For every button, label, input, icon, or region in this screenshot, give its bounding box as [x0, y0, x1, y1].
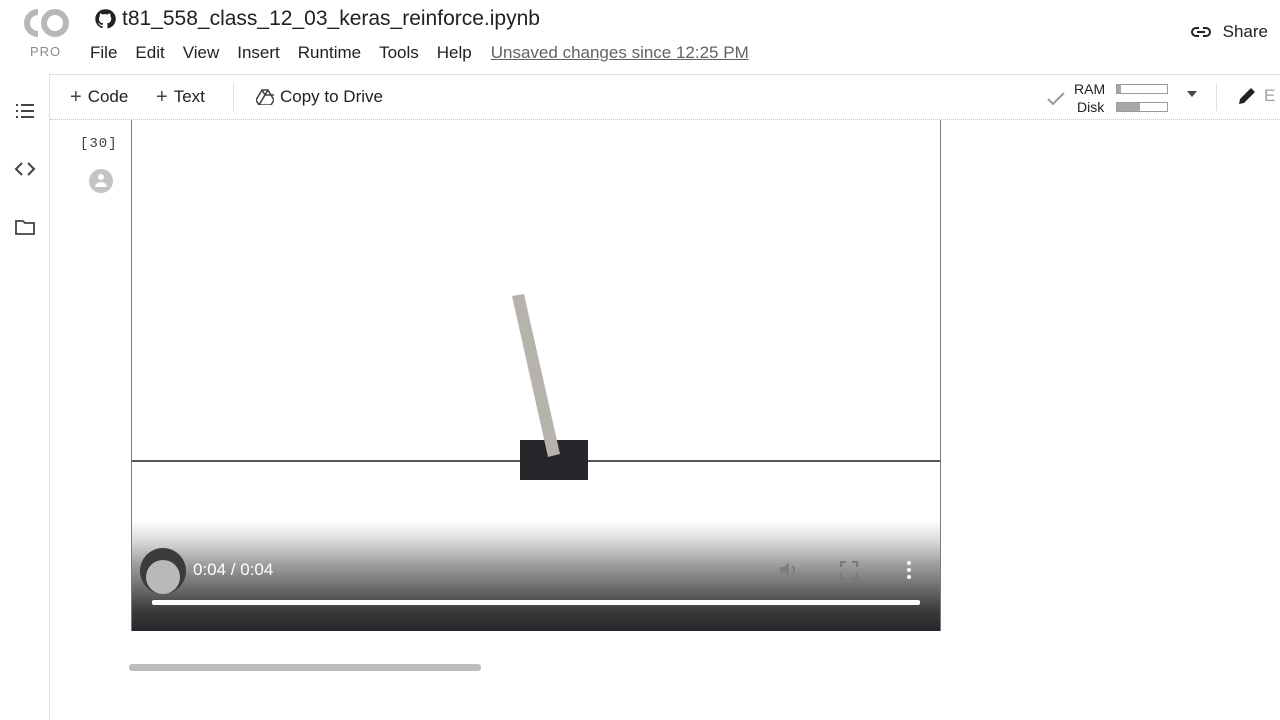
video-controls: 0:04 / 0:04 [132, 520, 940, 631]
pencil-icon [1239, 88, 1255, 104]
execution-count: [30] [80, 136, 118, 152]
menu-insert[interactable]: Insert [236, 43, 281, 63]
cartpole-scene [132, 294, 940, 480]
ram-usage-fill [1117, 85, 1121, 93]
link-icon [1190, 27, 1211, 37]
plus-icon: + [70, 86, 82, 108]
header: PRO t81_558_class_12_03_keras_reinforce.… [0, 0, 1280, 74]
edit-label: E [1264, 86, 1276, 105]
video-player[interactable]: 0:04 / 0:04 [131, 120, 941, 631]
menu-tools[interactable]: Tools [378, 43, 420, 63]
copy-to-drive-label: Copy to Drive [280, 87, 383, 106]
toolbar-divider [233, 83, 234, 111]
colab-logo[interactable]: PRO [18, 6, 72, 59]
disk-label: Disk [1077, 99, 1105, 115]
time-display: 0:04 / 0:04 [193, 560, 274, 579]
code-snippets-icon[interactable] [14, 158, 36, 180]
progress-bar[interactable] [152, 600, 920, 605]
menu-bar: File Edit View Insert Runtime Tools Help… [89, 42, 749, 64]
menu-file[interactable]: File [89, 43, 118, 63]
menu-edit[interactable]: Edit [134, 43, 165, 63]
notebook-toolbar: + Code + Text Copy to Drive RAM Disk E [50, 74, 1280, 120]
horizontal-scrollbar[interactable] [129, 664, 481, 671]
add-text-label: Text [173, 87, 205, 106]
disk-usage-bar [1116, 102, 1168, 112]
more-options-icon[interactable] [897, 558, 921, 582]
add-code-cell-button[interactable]: + Code [70, 75, 128, 119]
pro-badge: PRO [30, 44, 62, 59]
disk-usage-fill [1117, 103, 1140, 111]
check-icon [1047, 92, 1065, 106]
menu-runtime[interactable]: Runtime [297, 43, 362, 63]
share-label: Share [1222, 22, 1268, 41]
colab-logo-icon [24, 9, 69, 37]
edit-button[interactable]: E [1236, 85, 1275, 107]
table-of-contents-icon[interactable] [14, 100, 36, 122]
ram-label: RAM [1074, 81, 1106, 97]
ram-usage-bar [1116, 84, 1168, 94]
menu-view[interactable]: View [182, 43, 221, 63]
title-row: t81_558_class_12_03_keras_reinforce.ipyn… [94, 6, 540, 32]
google-drive-icon [256, 89, 274, 105]
toolbar-divider [1216, 83, 1217, 111]
plus-icon: + [156, 86, 168, 108]
copy-to-drive-button[interactable]: Copy to Drive [256, 75, 383, 119]
unsaved-changes-link[interactable]: Unsaved changes since 12:25 PM [491, 43, 749, 63]
left-sidebar [0, 74, 50, 720]
add-text-cell-button[interactable]: + Text [156, 75, 205, 119]
notebook-title[interactable]: t81_558_class_12_03_keras_reinforce.ipyn… [122, 7, 540, 31]
menu-help[interactable]: Help [436, 43, 473, 63]
files-folder-icon[interactable] [14, 216, 36, 238]
fullscreen-icon[interactable] [837, 558, 861, 582]
play-button[interactable] [140, 548, 186, 594]
volume-icon[interactable] [777, 558, 801, 582]
github-icon [95, 9, 116, 29]
chevron-down-icon[interactable] [1187, 91, 1197, 97]
play-icon [146, 560, 180, 594]
pole [512, 294, 560, 457]
output-actions-icon[interactable] [88, 168, 114, 194]
add-code-label: Code [87, 87, 129, 106]
resources-indicator[interactable]: RAM Disk [1046, 79, 1194, 117]
share-button[interactable]: Share [1189, 20, 1268, 44]
